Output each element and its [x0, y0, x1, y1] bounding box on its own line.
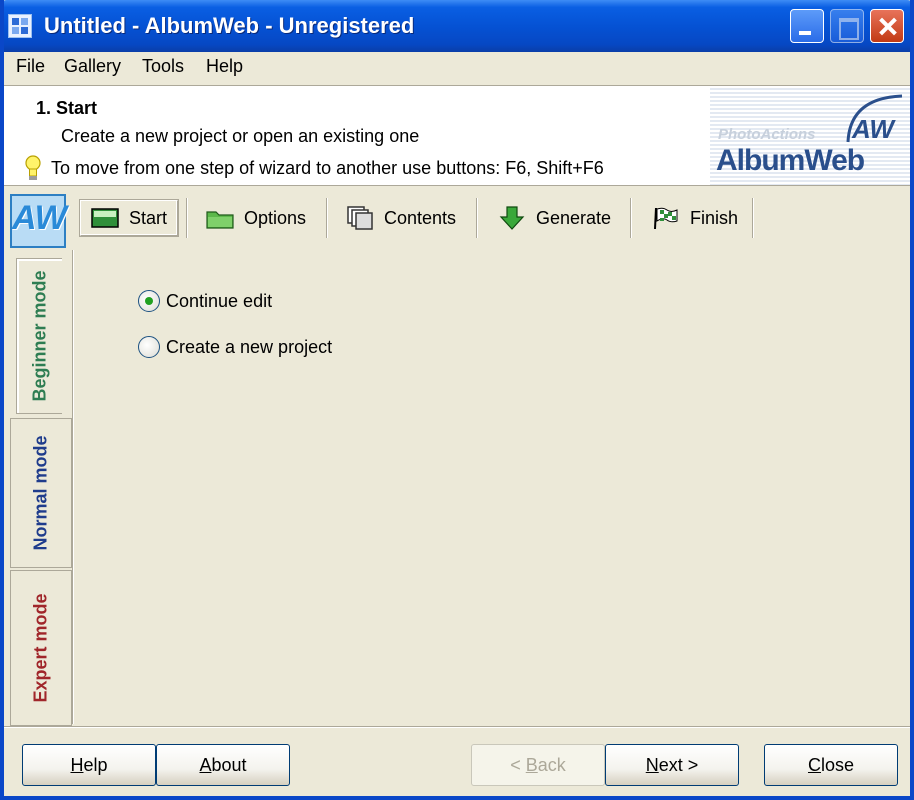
tab-contents[interactable]: Contents [336, 200, 466, 236]
tab-separator [476, 198, 478, 238]
back-button-suffix: ack [537, 755, 566, 775]
continue-edit-radio[interactable] [138, 290, 160, 312]
tab-separator [186, 198, 188, 238]
tab-generate-label: Generate [536, 207, 612, 228]
menu-bar: File Gallery Tools Help [4, 52, 910, 84]
finish-flag-icon [654, 207, 678, 230]
tab-start[interactable]: Start [78, 199, 180, 237]
mode-label-beginner: Beginner mode [29, 270, 49, 402]
about-button-accesskey: A [199, 755, 212, 775]
logo-subtitle: PhotoActions [718, 126, 816, 143]
close-button[interactable]: Close [764, 744, 898, 786]
title-bar[interactable]: Untitled - AlbumWeb - Unregistered [4, 0, 910, 52]
tab-generate[interactable]: Generate [488, 200, 621, 236]
tab-start-label: Start [129, 207, 168, 228]
close-button-accesskey: C [807, 755, 821, 775]
menu-help[interactable]: Help [202, 56, 247, 77]
start-icon [91, 208, 119, 228]
mode-tab-beginner[interactable]: Beginner mode [16, 258, 62, 414]
next-button-accesskey: N [645, 755, 659, 775]
albumweb-logo: AW PhotoActions AlbumWeb [710, 86, 910, 185]
back-button-accesskey: B [525, 755, 538, 775]
hint-text: To move from one step of wizard to anoth… [51, 158, 604, 178]
pages-icon [347, 206, 373, 230]
logo-title: AlbumWeb [716, 144, 865, 177]
panel-divider [72, 250, 74, 724]
close-window-button[interactable] [870, 9, 904, 43]
create-new-label[interactable]: Create a new project [166, 337, 332, 358]
next-button-suffix: ext > [658, 755, 699, 775]
minimize-button[interactable] [790, 9, 824, 43]
mode-logo-text: AW [12, 199, 67, 237]
tab-separator [326, 198, 328, 238]
mode-logo: AW [10, 194, 67, 248]
tab-separator [752, 198, 754, 238]
tab-options[interactable]: Options [196, 200, 316, 236]
app-window: Untitled - AlbumWeb - Unregistered File … [0, 0, 914, 800]
mode-label-expert: Expert mode [30, 593, 51, 703]
help-button-suffix: elp [83, 755, 108, 775]
back-button: < Back [471, 744, 605, 786]
menu-tools[interactable]: Tools [138, 56, 188, 77]
app-icon[interactable] [8, 14, 32, 38]
window-title: Untitled - AlbumWeb - Unregistered [44, 13, 415, 38]
tab-separator [630, 198, 632, 238]
option-create-new[interactable]: Create a new project [138, 336, 332, 358]
tab-options-label: Options [244, 207, 307, 228]
folder-icon [206, 211, 234, 229]
close-button-suffix: lose [820, 755, 855, 775]
mode-label-normal: Normal mode [30, 435, 51, 551]
next-button[interactable]: Next > [605, 744, 739, 786]
tab-finish-label: Finish [690, 207, 739, 228]
step-title: 1. Start [36, 98, 98, 118]
continue-edit-label[interactable]: Continue edit [166, 291, 272, 312]
help-button-accesskey: H [70, 755, 84, 775]
create-new-radio[interactable] [138, 336, 160, 358]
back-button-prefix: < [510, 755, 526, 775]
help-button[interactable]: Help [22, 744, 156, 786]
wizard-tabbar: Start Options Contents Generate Finish [76, 194, 910, 242]
maximize-button [830, 9, 864, 43]
about-button[interactable]: About [156, 744, 290, 786]
bottom-separator [4, 726, 910, 728]
aw-badge-icon: AW [846, 94, 903, 144]
menu-file[interactable]: File [12, 56, 49, 77]
lightbulb-icon [25, 155, 41, 180]
tab-finish[interactable]: Finish [642, 200, 748, 236]
about-button-suffix: bout [211, 755, 247, 775]
step-description: Create a new project or open an existing… [61, 126, 420, 146]
logo-badge-text: AW [851, 114, 896, 144]
tab-contents-label: Contents [384, 207, 457, 228]
option-continue-edit[interactable]: Continue edit [138, 290, 272, 312]
menu-gallery[interactable]: Gallery [60, 56, 125, 77]
wizard-header: 1. Start Create a new project or open an… [4, 85, 910, 186]
down-arrow-icon [499, 206, 525, 230]
mode-tab-normal[interactable]: Normal mode [10, 418, 72, 568]
mode-tab-expert[interactable]: Expert mode [10, 570, 72, 726]
